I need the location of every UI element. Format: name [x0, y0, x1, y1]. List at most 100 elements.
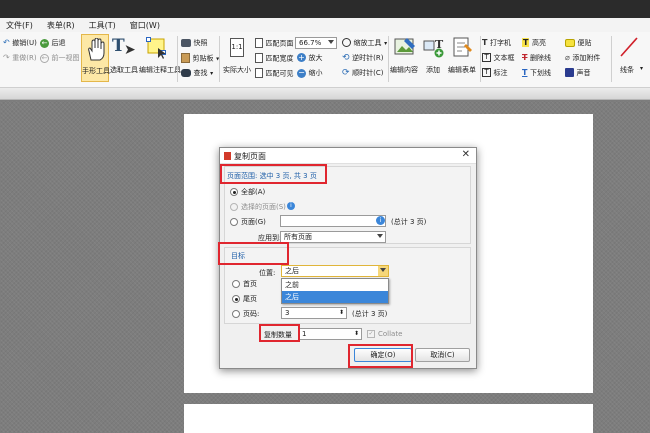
dialog-title: 复制页面 — [234, 152, 266, 161]
position-label: 位置: — [259, 269, 276, 277]
highlight-button[interactable]: T 高亮 — [522, 38, 546, 48]
cancel-button[interactable]: 取消(C) — [415, 348, 470, 362]
menu-window[interactable]: 窗口(W) — [130, 20, 160, 31]
position-option-before[interactable]: 之前 — [282, 279, 388, 291]
info-icon: i — [376, 216, 385, 225]
zoom-in-label: 放大 — [308, 54, 323, 62]
ribbon-separator — [177, 36, 178, 82]
sticky-note-button[interactable]: 便贴 — [565, 38, 592, 48]
page-number-stepper[interactable]: 3 ⬍ — [281, 307, 347, 319]
back-button[interactable]: ← 后退 — [40, 38, 66, 48]
underline-icon: T — [522, 68, 528, 77]
close-icon[interactable]: ✕ — [462, 149, 470, 160]
camera-icon — [181, 38, 191, 47]
clipboard-label: 剪贴板 — [192, 54, 214, 63]
back-arrow-icon: ← — [40, 39, 49, 48]
strikeout-button[interactable]: T 删除线 — [522, 53, 551, 63]
ribbon-separator — [611, 36, 612, 82]
zoom-tool-label: 缩放工具 — [353, 39, 382, 47]
fit-width-label: 匹配宽度 — [265, 54, 294, 63]
last-page-label: 尾页 — [243, 295, 257, 303]
zoom-tool-button[interactable]: 缩放工具 ▾ — [342, 38, 387, 48]
stepper-arrows-icon[interactable]: ⬍ — [354, 329, 359, 339]
paperclip-icon: ⌀ — [565, 53, 570, 62]
fit-page-button[interactable]: 匹配页面 — [255, 38, 294, 49]
stepper-arrows-icon[interactable]: ⬍ — [339, 308, 344, 318]
edit-form-button[interactable]: 编辑表单 — [448, 34, 478, 82]
hand-icon — [88, 38, 105, 61]
edit-annotation-tool-button[interactable]: 编辑注释工具 — [139, 34, 181, 82]
attach-file-button[interactable]: ⌀ 添加附件 — [565, 53, 600, 63]
redo-button[interactable]: ↷ 重做(R) — [3, 53, 37, 63]
menu-tools[interactable]: 工具(T) — [89, 20, 116, 31]
position-select[interactable]: 之后 — [281, 265, 389, 277]
underline-button[interactable]: T 下划线 — [522, 68, 551, 78]
line-icon — [620, 37, 638, 57]
redo-icon: ↷ — [3, 53, 10, 62]
snapshot-button[interactable]: 快照 — [181, 38, 208, 48]
strikeout-icon: T — [522, 53, 528, 62]
zoom-tool-icon — [342, 38, 351, 47]
copies-stepper[interactable]: 1 ⬍ — [298, 328, 362, 340]
page-range-input[interactable] — [280, 215, 386, 227]
zoom-in-icon: + — [297, 53, 306, 62]
ribbon-bottom-edge — [0, 88, 650, 100]
actual-size-button[interactable]: 1:1 实际大小 — [222, 34, 252, 82]
line-tool-button[interactable]: 线条 ▾ — [614, 34, 644, 82]
page-number-radio[interactable] — [232, 310, 240, 318]
position-option-after[interactable]: 之后 — [282, 291, 388, 303]
sticky-note-label: 便贴 — [577, 39, 592, 47]
add-button[interactable]: T 添加 — [422, 34, 446, 82]
apply-to-select[interactable]: 所有页面 — [280, 231, 386, 243]
rotate-ccw-icon: ⟲ — [342, 53, 350, 63]
speaker-icon — [565, 68, 574, 77]
chevron-down-icon: ▾ — [640, 65, 644, 72]
strikeout-label: 删除线 — [530, 54, 552, 62]
text-select-icon: T — [112, 36, 125, 56]
collate-checkbox[interactable]: ✓ — [367, 330, 375, 338]
selected-pages-radio[interactable] — [230, 203, 238, 211]
rotate-cw-button[interactable]: ⟳ 顺时针(C) — [342, 68, 383, 78]
undo-button[interactable]: ↶ 撤销(U) — [3, 38, 37, 48]
zoom-out-label: 缩小 — [308, 69, 323, 77]
select-tool-label: 选取工具 — [110, 66, 138, 74]
menu-form[interactable]: 表单(R) — [47, 20, 75, 31]
binoculars-icon — [181, 68, 191, 77]
fit-visible-label: 匹配可见 — [265, 69, 294, 78]
actual-size-label: 实际大小 — [223, 66, 251, 74]
edit-content-button[interactable]: 编辑内容 — [390, 34, 420, 82]
find-button[interactable]: 查找 ▾ — [181, 68, 213, 78]
zoom-in-button[interactable]: + 放大 — [297, 53, 323, 63]
prev-view-button[interactable]: ← 前一视图 — [40, 53, 80, 63]
dialog-title-bar: 复制页面 ✕ — [220, 148, 476, 164]
fit-visible-button[interactable]: 匹配可见 — [255, 68, 294, 79]
fit-width-icon — [255, 53, 263, 63]
all-pages-label: 全部(A) — [241, 188, 266, 196]
hand-tool-button[interactable]: 手形工具 — [81, 34, 110, 82]
callout-button[interactable]: T 标注 — [482, 68, 508, 78]
page-range-radio[interactable] — [230, 218, 238, 226]
annotation-box-copies — [259, 324, 300, 342]
undo-icon: ↶ — [3, 38, 10, 47]
page-range-total: (总计 3 页) — [391, 218, 427, 226]
first-page-radio[interactable] — [232, 280, 240, 288]
hand-tool-label: 手形工具 — [82, 67, 110, 75]
sound-button[interactable]: 声音 — [565, 68, 591, 78]
zoom-out-button[interactable]: − 缩小 — [297, 68, 323, 78]
typewriter-button[interactable]: T 打字机 — [482, 38, 511, 48]
typewriter-icon: T — [482, 38, 488, 47]
collate-label: Collate — [378, 330, 403, 338]
zoom-level-select[interactable]: 66.7% — [295, 37, 337, 49]
menu-file[interactable]: 文件(F) — [6, 20, 33, 31]
rotate-ccw-button[interactable]: ⟲ 逆时针(R) — [342, 53, 383, 63]
all-pages-radio[interactable] — [230, 188, 238, 196]
position-dropdown-list: 之前 之后 — [281, 278, 389, 304]
clipboard-button[interactable]: 剪贴板 ▾ — [181, 53, 219, 64]
selected-pages-label: 选择的页面(S) — [241, 203, 286, 211]
last-page-radio[interactable] — [232, 295, 240, 303]
fit-width-button[interactable]: 匹配宽度 — [255, 53, 294, 64]
prev-view-label: 前一视图 — [51, 54, 80, 62]
textbox-button[interactable]: T 文本框 — [482, 53, 515, 63]
select-tool-button[interactable]: T ➤ 选取工具 — [110, 34, 138, 82]
attach-file-label: 添加附件 — [572, 54, 601, 62]
